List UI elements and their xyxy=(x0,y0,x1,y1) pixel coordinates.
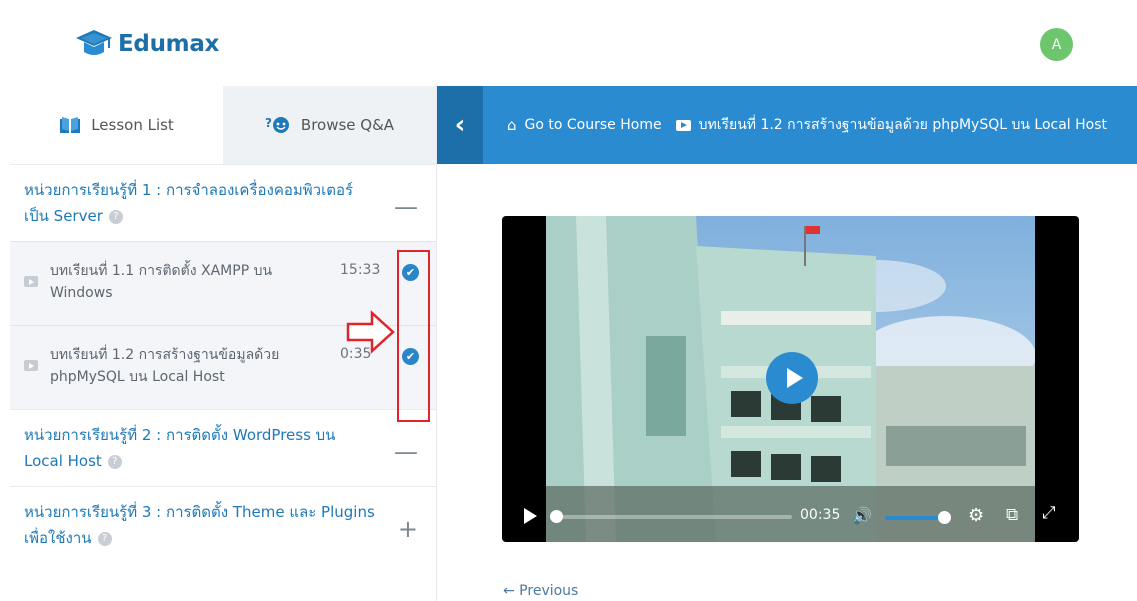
progress-bar[interactable] xyxy=(550,510,792,523)
video-player[interactable]: 00:35 🔊 ⚙ ⧉ ⤢ xyxy=(502,216,1079,542)
annotation-arrow-icon xyxy=(346,310,395,354)
svg-text:?: ? xyxy=(265,116,272,130)
graduation-cap-icon xyxy=(76,30,112,55)
tab-lesson-list[interactable]: Lesson List xyxy=(10,86,223,164)
fullscreen-icon[interactable]: ⤢ xyxy=(1042,503,1056,523)
tab-label: Browse Q&A xyxy=(300,116,395,134)
chevron-left-icon: ‹ xyxy=(454,110,466,140)
section-title-text: หน่วยการเรียนรู้ที่ 3 : การติดตั้ง Theme… xyxy=(24,503,375,547)
lesson-topbar: ‹ ⌂ Go to Course Home บทเรียนที่ 1.2 การ… xyxy=(437,86,1137,164)
popout-icon[interactable]: ⧉ xyxy=(1006,505,1018,525)
lesson-title: บทเรียนที่ 1.1 การติดตั้ง XAMPP บน Windo… xyxy=(50,263,273,301)
avatar[interactable]: A xyxy=(1040,28,1073,61)
volume-icon[interactable]: 🔊 xyxy=(852,506,872,525)
logo-text: Edumax xyxy=(118,31,220,57)
video-icon xyxy=(24,360,38,371)
section-3[interactable]: หน่วยการเรียนรู้ที่ 3 : การติดตั้ง Theme… xyxy=(10,486,436,563)
section-title[interactable]: หน่วยการเรียนรู้ที่ 1 : การจำลองเครื่องค… xyxy=(10,165,436,241)
section-title[interactable]: หน่วยการเรียนรู้ที่ 2 : การติดตั้ง WordP… xyxy=(10,410,436,486)
collapse-icon[interactable]: — xyxy=(394,440,418,464)
progress-handle[interactable] xyxy=(550,510,563,523)
lesson-duration: 15:33 xyxy=(340,262,381,278)
play-icon[interactable] xyxy=(524,508,537,524)
section-title-text: หน่วยการเรียนรู้ที่ 1 : การจำลองเครื่องค… xyxy=(24,181,354,225)
expand-icon[interactable]: + xyxy=(398,517,418,541)
breadcrumb: ⌂ Go to Course Home บทเรียนที่ 1.2 การสร… xyxy=(507,86,1107,164)
gear-icon[interactable]: ⚙ xyxy=(968,505,984,526)
logo[interactable]: Edumax xyxy=(74,24,219,64)
section-2[interactable]: หน่วยการเรียนรู้ที่ 2 : การติดตั้ง WordP… xyxy=(10,409,436,486)
volume-handle[interactable] xyxy=(938,511,951,524)
sidebar-tabs: Lesson List ? Browse Q&A xyxy=(10,86,436,164)
player-controls: 00:35 🔊 ⚙ ⧉ ⤢ xyxy=(502,494,1079,542)
back-button[interactable]: ‹ xyxy=(437,86,483,164)
header: Edumax A xyxy=(0,0,1137,86)
help-icon: ? xyxy=(108,209,123,224)
tab-browse-qa[interactable]: ? Browse Q&A xyxy=(223,86,436,164)
video-icon xyxy=(24,276,38,287)
current-time: 00:35 xyxy=(800,507,841,523)
lesson-title: บทเรียนที่ 1.2 การสร้างฐานข้อมูลด้วย php… xyxy=(50,347,280,385)
tab-label: Lesson List xyxy=(91,116,174,134)
help-icon: ? xyxy=(97,531,112,546)
volume-slider[interactable] xyxy=(885,511,951,524)
collapse-icon[interactable]: — xyxy=(394,195,418,219)
help-icon: ? xyxy=(107,454,122,469)
section-title[interactable]: หน่วยการเรียนรู้ที่ 3 : การติดตั้ง Theme… xyxy=(10,487,436,563)
home-icon[interactable]: ⌂ xyxy=(507,116,517,134)
section-title-text: หน่วยการเรียนรู้ที่ 2 : การติดตั้ง WordP… xyxy=(24,426,336,470)
course-home-link[interactable]: Go to Course Home xyxy=(525,117,662,133)
book-icon xyxy=(60,117,81,133)
play-overlay-button[interactable] xyxy=(766,352,818,404)
qa-icon: ? xyxy=(265,116,289,133)
annotation-highlight-box xyxy=(397,250,430,422)
section-1[interactable]: หน่วยการเรียนรู้ที่ 1 : การจำลองเครื่องค… xyxy=(10,164,436,241)
previous-link[interactable]: ← Previous xyxy=(503,583,578,599)
video-icon xyxy=(675,119,691,131)
current-lesson-title: บทเรียนที่ 1.2 การสร้างฐานข้อมูลด้วย php… xyxy=(698,117,1108,133)
